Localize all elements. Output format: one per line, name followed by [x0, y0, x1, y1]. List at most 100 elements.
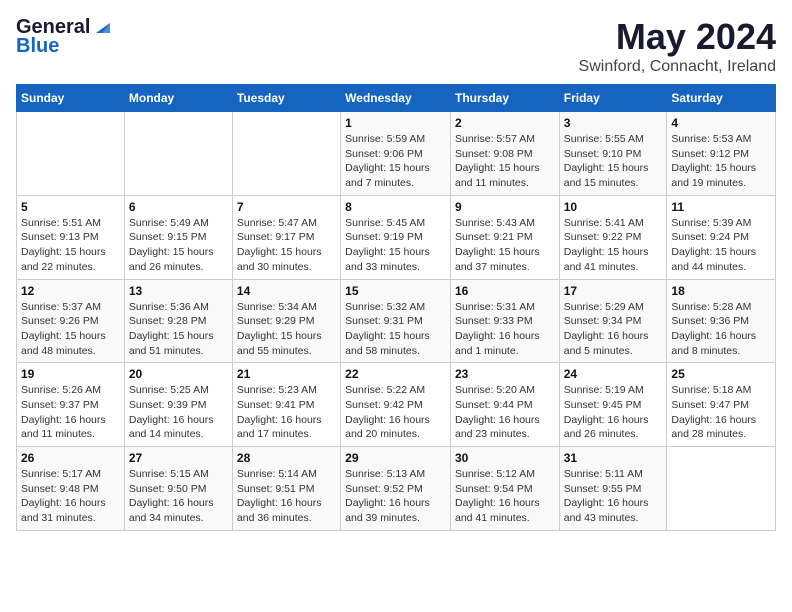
calendar-cell: 28 Sunrise: 5:14 AM Sunset: 9:51 PM Dayli…	[232, 447, 340, 531]
day-detail: Sunrise: 5:28 AM Sunset: 9:36 PM Dayligh…	[671, 300, 771, 359]
day-detail: Sunrise: 5:13 AM Sunset: 9:52 PM Dayligh…	[345, 467, 446, 526]
calendar-cell: 18 Sunrise: 5:28 AM Sunset: 9:36 PM Dayli…	[667, 279, 776, 363]
calendar-cell: 13 Sunrise: 5:36 AM Sunset: 9:28 PM Dayli…	[124, 279, 232, 363]
calendar-cell: 11Sunrise: 5:39 AM Sunset: 9:24 PM Dayli…	[667, 195, 776, 279]
logo-bird-icon	[92, 19, 110, 37]
day-detail: Sunrise: 5:34 AM Sunset: 9:29 PM Dayligh…	[237, 300, 336, 359]
day-detail: Sunrise: 5:51 AM Sunset: 9:13 PM Dayligh…	[21, 216, 120, 275]
day-number: 2	[455, 116, 555, 130]
weekday-header-tuesday: Tuesday	[232, 85, 340, 112]
day-number: 30	[455, 451, 555, 465]
day-number: 16	[455, 284, 555, 298]
day-detail: Sunrise: 5:11 AM Sunset: 9:55 PM Dayligh…	[564, 467, 663, 526]
calendar-cell: 2 Sunrise: 5:57 AM Sunset: 9:08 PM Daylig…	[450, 112, 559, 196]
calendar-cell: 21 Sunrise: 5:23 AM Sunset: 9:41 PM Dayli…	[232, 363, 340, 447]
day-number: 20	[129, 367, 228, 381]
logo-blue: Blue	[16, 35, 59, 58]
calendar-table: SundayMondayTuesdayWednesdayThursdayFrid…	[16, 84, 776, 531]
day-detail: Sunrise: 5:25 AM Sunset: 9:39 PM Dayligh…	[129, 383, 228, 442]
day-number: 23	[455, 367, 555, 381]
day-number: 5	[21, 200, 120, 214]
day-number: 13	[129, 284, 228, 298]
day-detail: Sunrise: 5:12 AM Sunset: 9:54 PM Dayligh…	[455, 467, 555, 526]
calendar-cell: 6Sunrise: 5:49 AM Sunset: 9:15 PM Daylig…	[124, 195, 232, 279]
calendar-cell: 8 Sunrise: 5:45 AM Sunset: 9:19 PM Daylig…	[341, 195, 451, 279]
calendar-week-row: 19Sunrise: 5:26 AM Sunset: 9:37 PM Dayli…	[17, 363, 776, 447]
day-number: 24	[564, 367, 663, 381]
day-detail: Sunrise: 5:49 AM Sunset: 9:15 PM Dayligh…	[129, 216, 228, 275]
calendar-week-row: 12 Sunrise: 5:37 AM Sunset: 9:26 PM Dayli…	[17, 279, 776, 363]
calendar-week-row: 26 Sunrise: 5:17 AM Sunset: 9:48 PM Dayli…	[17, 447, 776, 531]
day-number: 31	[564, 451, 663, 465]
day-detail: Sunrise: 5:23 AM Sunset: 9:41 PM Dayligh…	[237, 383, 336, 442]
day-number: 17	[564, 284, 663, 298]
day-detail: Sunrise: 5:26 AM Sunset: 9:37 PM Dayligh…	[21, 383, 120, 442]
calendar-cell: 31 Sunrise: 5:11 AM Sunset: 9:55 PM Dayli…	[559, 447, 667, 531]
day-number: 26	[21, 451, 120, 465]
weekday-header-row: SundayMondayTuesdayWednesdayThursdayFrid…	[17, 85, 776, 112]
title-area: May 2024 Swinford, Connacht, Ireland	[579, 16, 776, 76]
calendar-cell	[667, 447, 776, 531]
day-number: 21	[237, 367, 336, 381]
weekday-header-thursday: Thursday	[450, 85, 559, 112]
day-number: 3	[564, 116, 663, 130]
day-number: 9	[455, 200, 555, 214]
day-detail: Sunrise: 5:29 AM Sunset: 9:34 PM Dayligh…	[564, 300, 663, 359]
day-number: 10	[564, 200, 663, 214]
calendar-cell: 16 Sunrise: 5:31 AM Sunset: 9:33 PM Dayli…	[450, 279, 559, 363]
logo: General Blue	[16, 16, 110, 58]
calendar-cell: 25Sunrise: 5:18 AM Sunset: 9:47 PM Dayli…	[667, 363, 776, 447]
calendar-cell: 22 Sunrise: 5:22 AM Sunset: 9:42 PM Dayli…	[341, 363, 451, 447]
calendar-cell: 17 Sunrise: 5:29 AM Sunset: 9:34 PM Dayli…	[559, 279, 667, 363]
day-detail: Sunrise: 5:43 AM Sunset: 9:21 PM Dayligh…	[455, 216, 555, 275]
calendar-cell	[232, 112, 340, 196]
day-number: 15	[345, 284, 446, 298]
day-detail: Sunrise: 5:22 AM Sunset: 9:42 PM Dayligh…	[345, 383, 446, 442]
day-detail: Sunrise: 5:57 AM Sunset: 9:08 PM Dayligh…	[455, 132, 555, 191]
day-detail: Sunrise: 5:17 AM Sunset: 9:48 PM Dayligh…	[21, 467, 120, 526]
day-detail: Sunrise: 5:14 AM Sunset: 9:51 PM Dayligh…	[237, 467, 336, 526]
day-detail: Sunrise: 5:15 AM Sunset: 9:50 PM Dayligh…	[129, 467, 228, 526]
day-detail: Sunrise: 5:53 AM Sunset: 9:12 PM Dayligh…	[671, 132, 771, 191]
day-number: 18	[671, 284, 771, 298]
calendar-cell: 19Sunrise: 5:26 AM Sunset: 9:37 PM Dayli…	[17, 363, 125, 447]
weekday-header-sunday: Sunday	[17, 85, 125, 112]
day-number: 25	[671, 367, 771, 381]
day-number: 12	[21, 284, 120, 298]
calendar-cell: 1Sunrise: 5:59 AM Sunset: 9:06 PM Daylig…	[341, 112, 451, 196]
day-number: 22	[345, 367, 446, 381]
calendar-cell: 15 Sunrise: 5:32 AM Sunset: 9:31 PM Dayli…	[341, 279, 451, 363]
calendar-cell: 23Sunrise: 5:20 AM Sunset: 9:44 PM Dayli…	[450, 363, 559, 447]
calendar-cell: 9 Sunrise: 5:43 AM Sunset: 9:21 PM Daylig…	[450, 195, 559, 279]
weekday-header-friday: Friday	[559, 85, 667, 112]
day-number: 14	[237, 284, 336, 298]
day-number: 11	[671, 200, 771, 214]
day-detail: Sunrise: 5:36 AM Sunset: 9:28 PM Dayligh…	[129, 300, 228, 359]
day-detail: Sunrise: 5:31 AM Sunset: 9:33 PM Dayligh…	[455, 300, 555, 359]
day-number: 8	[345, 200, 446, 214]
calendar-cell: 24 Sunrise: 5:19 AM Sunset: 9:45 PM Dayli…	[559, 363, 667, 447]
calendar-cell: 10Sunrise: 5:41 AM Sunset: 9:22 PM Dayli…	[559, 195, 667, 279]
calendar-cell: 29Sunrise: 5:13 AM Sunset: 9:52 PM Dayli…	[341, 447, 451, 531]
day-detail: Sunrise: 5:19 AM Sunset: 9:45 PM Dayligh…	[564, 383, 663, 442]
month-title: May 2024	[579, 16, 776, 58]
calendar-cell: 3 Sunrise: 5:55 AM Sunset: 9:10 PM Daylig…	[559, 112, 667, 196]
calendar-cell: 12 Sunrise: 5:37 AM Sunset: 9:26 PM Dayli…	[17, 279, 125, 363]
calendar-cell	[17, 112, 125, 196]
calendar-week-row: 5 Sunrise: 5:51 AM Sunset: 9:13 PM Daylig…	[17, 195, 776, 279]
day-detail: Sunrise: 5:45 AM Sunset: 9:19 PM Dayligh…	[345, 216, 446, 275]
weekday-header-monday: Monday	[124, 85, 232, 112]
day-detail: Sunrise: 5:32 AM Sunset: 9:31 PM Dayligh…	[345, 300, 446, 359]
calendar-cell: 27 Sunrise: 5:15 AM Sunset: 9:50 PM Dayli…	[124, 447, 232, 531]
day-number: 7	[237, 200, 336, 214]
day-detail: Sunrise: 5:37 AM Sunset: 9:26 PM Dayligh…	[21, 300, 120, 359]
page-header: General Blue May 2024 Swinford, Connacht…	[16, 16, 776, 76]
calendar-cell: 7Sunrise: 5:47 AM Sunset: 9:17 PM Daylig…	[232, 195, 340, 279]
day-number: 27	[129, 451, 228, 465]
day-detail: Sunrise: 5:55 AM Sunset: 9:10 PM Dayligh…	[564, 132, 663, 191]
calendar-week-row: 1Sunrise: 5:59 AM Sunset: 9:06 PM Daylig…	[17, 112, 776, 196]
calendar-cell: 30 Sunrise: 5:12 AM Sunset: 9:54 PM Dayli…	[450, 447, 559, 531]
day-number: 28	[237, 451, 336, 465]
calendar-cell: 26 Sunrise: 5:17 AM Sunset: 9:48 PM Dayli…	[17, 447, 125, 531]
calendar-cell: 14 Sunrise: 5:34 AM Sunset: 9:29 PM Dayli…	[232, 279, 340, 363]
